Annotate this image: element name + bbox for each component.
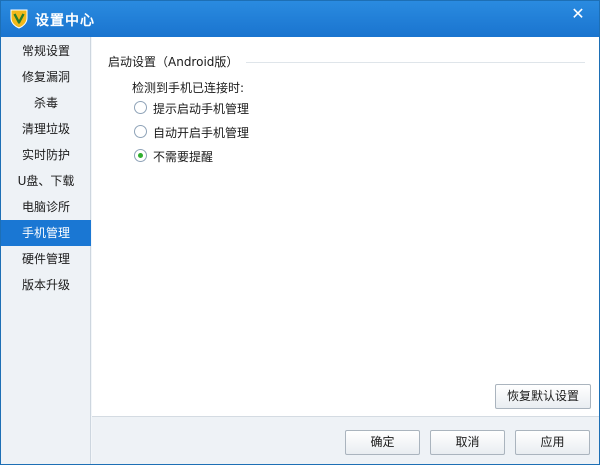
sidebar-item-pc-clinic[interactable]: 电脑诊所 (1, 194, 91, 220)
section-title: 启动设置（Android版） (108, 55, 239, 69)
radio-button[interactable] (134, 125, 147, 138)
close-icon[interactable]: ✕ (563, 3, 593, 25)
sidebar-item-general[interactable]: 常规设置 (1, 38, 91, 64)
option-label: 提示启动手机管理 (153, 102, 250, 116)
sidebar-item-phone-management[interactable]: 手机管理 (1, 220, 91, 246)
ok-button[interactable]: 确定 (345, 430, 420, 455)
settings-panel: 启动设置（Android版） 检测到手机已连接时: 提示启动手机管理 自动开启手… (92, 37, 599, 416)
radio-button[interactable] (134, 101, 147, 114)
sidebar-item-version-upgrade[interactable]: 版本升级 (1, 272, 91, 298)
title-bar: 设置中心 ✕ (1, 1, 599, 37)
radio-button-checked[interactable] (134, 149, 147, 162)
sidebar-item-hardware[interactable]: 硬件管理 (1, 246, 91, 272)
sidebar-item-realtime-protection[interactable]: 实时防护 (1, 142, 91, 168)
sidebar-item-vulnerability-fix[interactable]: 修复漏洞 (1, 64, 91, 90)
restore-defaults-button[interactable]: 恢复默认设置 (495, 384, 591, 409)
connection-prompt-label: 检测到手机已连接时: (132, 81, 245, 95)
section-divider (246, 62, 585, 63)
dialog-footer: 确定 取消 应用 (92, 416, 599, 464)
cancel-button[interactable]: 取消 (430, 430, 505, 455)
option-label: 不需要提醒 (153, 150, 214, 164)
apply-button[interactable]: 应用 (515, 430, 590, 455)
sidebar-item-cleanup[interactable]: 清理垃圾 (1, 116, 91, 142)
window-title: 设置中心 (35, 13, 95, 29)
app-logo-icon (10, 9, 28, 29)
settings-window: 设置中心 ✕ 常规设置 修复漏洞 杀毒 清理垃圾 实时防护 U盘、下载 电脑诊所… (0, 0, 600, 465)
sidebar-item-antivirus[interactable]: 杀毒 (1, 90, 91, 116)
sidebar-item-usb-download[interactable]: U盘、下载 (1, 168, 91, 194)
option-label: 自动开启手机管理 (153, 126, 250, 140)
sidebar: 常规设置 修复漏洞 杀毒 清理垃圾 实时防护 U盘、下载 电脑诊所 手机管理 硬… (1, 37, 91, 464)
